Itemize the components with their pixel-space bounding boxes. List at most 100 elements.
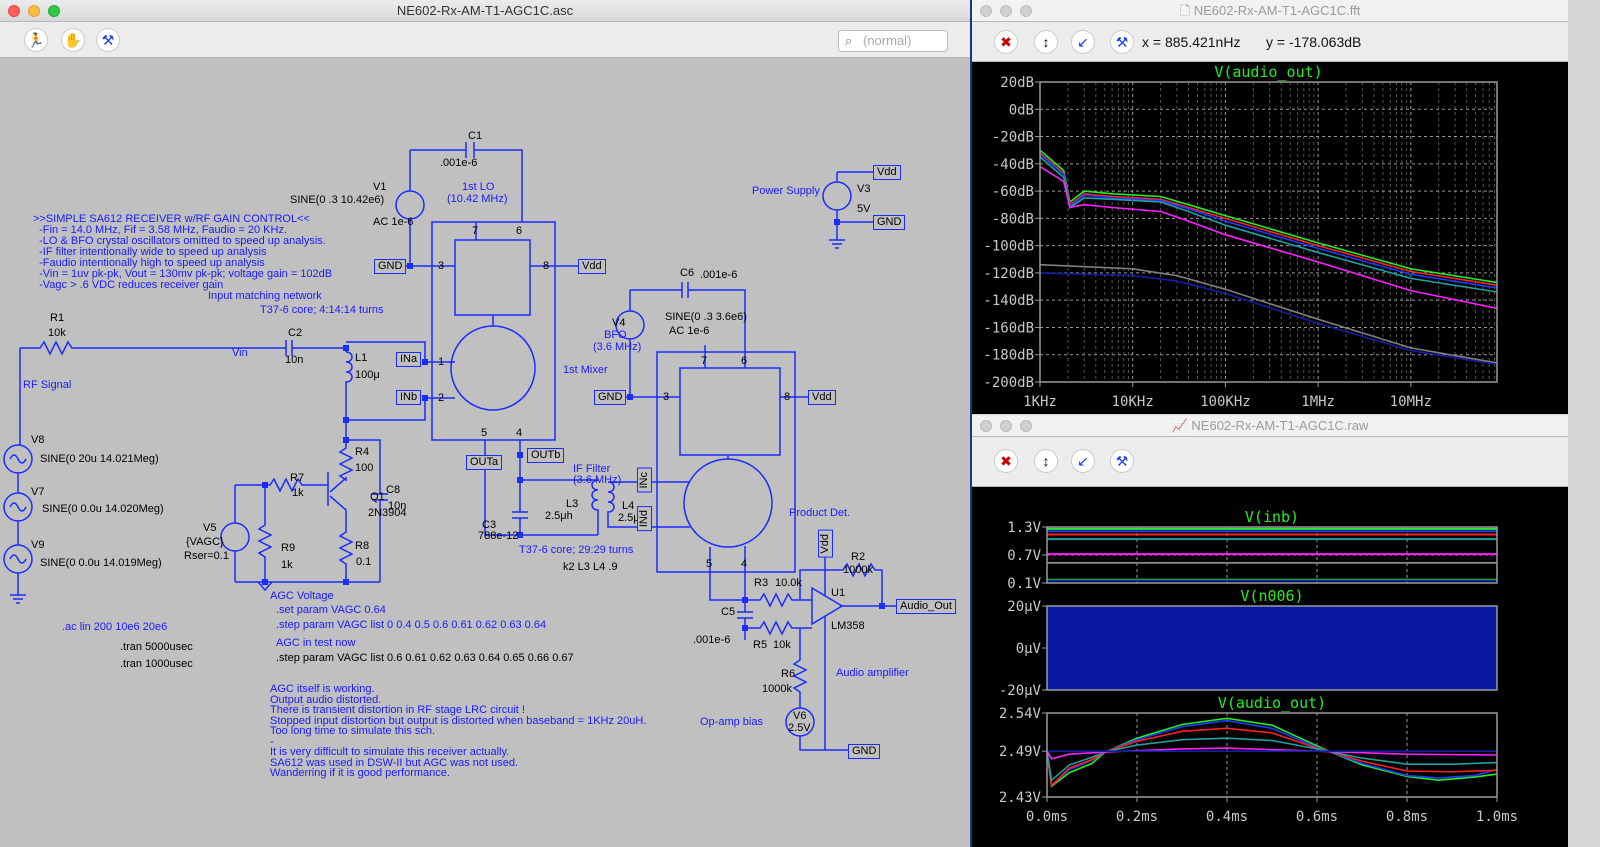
ac-directive: .ac lin 200 10e6 20e6 (62, 621, 168, 633)
trace-step6 (1039, 263, 1498, 364)
transient-plots[interactable]: V(inb) 1.3V 0.7V 0.1V V(n006) 20μV 0μV -20μV V(a… (975, 487, 1568, 847)
pin-label: 7 (701, 355, 708, 367)
opamp-bias-label: Op-amp bias (700, 716, 763, 728)
v6-label: V6 (793, 710, 807, 722)
pin-label: 5 (706, 558, 713, 570)
close-button[interactable] (980, 420, 992, 432)
tran-directive-2: .tran 1000usec (120, 658, 193, 670)
note-line: Too long time to simulate this sch. (270, 725, 436, 737)
l1-label: L1 (355, 352, 368, 364)
v4-ac: AC 1e-6 (669, 325, 710, 337)
core2-label: T37-6 core; 29:29 turns (519, 544, 634, 556)
plot-title: V(n006) (1240, 587, 1303, 605)
v1-label: V1 (373, 181, 387, 193)
note-line: It is very difficult to simulate this re… (270, 746, 510, 758)
v4-sine: SINE(0 .3 3.6e6) (665, 311, 747, 323)
y-tick-label: 0dB (1009, 102, 1034, 118)
pin-label: 1 (438, 356, 445, 368)
y-tick-label: -140dB (983, 293, 1034, 309)
zoom-button[interactable] (1020, 5, 1032, 17)
input-network-label: Input matching network (208, 290, 322, 302)
y-tick-label: -100dB (983, 239, 1034, 255)
gnd-tag: GND (374, 259, 407, 274)
autorange-icon[interactable]: ↕ (1034, 30, 1058, 54)
y-tick-label: -180dB (983, 348, 1034, 364)
close-button[interactable] (980, 5, 992, 17)
v8-value: SINE(0 20u 14.021Meg) (40, 453, 159, 465)
c6-value: .001e-6 (700, 269, 738, 281)
rf-signal-label: RF Signal (23, 379, 72, 391)
r5-value: 10k (773, 639, 791, 651)
r3-value: 10.0k (775, 577, 802, 589)
v1-source-symbol (395, 190, 425, 220)
l4-label: L4 (622, 500, 635, 512)
hammer-icon[interactable]: ⚒ (1110, 449, 1134, 473)
vdd-tag: Vdd (873, 165, 901, 180)
gnd-tag: GND (594, 390, 627, 405)
pin-label: 4 (516, 427, 523, 439)
c8-label: C8 (386, 484, 401, 496)
v7-label: V7 (31, 486, 45, 498)
lo-freq: (10.42 MHz) (447, 193, 508, 205)
minimize-button[interactable] (1000, 5, 1012, 17)
trace-area (1047, 606, 1497, 690)
zoom-back-icon[interactable]: ↙ (1071, 449, 1095, 473)
audio-out-tag: Audio_Out (896, 599, 956, 614)
cursor-y-readout: y = -178.063dB (1266, 34, 1362, 50)
u1-value: LM358 (831, 620, 865, 632)
c8-value: 10n (388, 500, 407, 512)
window-title: NE602-Rx-AM-T1-AGC1C.fft (1193, 3, 1361, 18)
pin-label: 3 (663, 391, 670, 403)
raw-toolbar: ✖ ↕ ↙ ⚒ (972, 437, 1568, 487)
trace-cyan (1046, 737, 1498, 782)
hammer-icon[interactable]: ⚒ (1110, 30, 1134, 54)
x-tick-label: 0.0ms (1026, 809, 1068, 825)
notes-comment: AGC itself is working. Output audio dist… (270, 684, 646, 779)
x-tick-label: 1.0ms (1476, 809, 1518, 825)
inc-tag: INc (637, 468, 652, 493)
l3-label: L3 (566, 498, 579, 510)
pin-label: 6 (741, 355, 748, 367)
v9-value: SINE(0 0.0u 14.019Meg) (40, 557, 162, 569)
x-tick-label: 0.8ms (1386, 809, 1428, 825)
x-tick-label: 1MHz (1301, 394, 1335, 410)
r7-value: 1k (292, 487, 304, 499)
r9-label: R9 (281, 542, 296, 554)
pin-label: 5 (481, 427, 488, 439)
zoom-button[interactable] (1020, 420, 1032, 432)
r1-value: 10k (48, 327, 66, 339)
waveform-icon: 📈 (1171, 418, 1192, 433)
v3-value: 5V (857, 203, 871, 215)
zoom-cancel-icon[interactable]: ✖ (994, 449, 1018, 473)
y-tick-label: -40dB (992, 157, 1034, 173)
pin-label: 8 (543, 260, 550, 272)
v1-ac: AC 1e-6 (373, 216, 414, 228)
x-tick-label: 0.4ms (1206, 809, 1248, 825)
minimize-button[interactable] (1000, 420, 1012, 432)
ind-tag: INd (637, 506, 652, 532)
trace-step2 (1039, 152, 1498, 286)
zoom-back-icon[interactable]: ↙ (1071, 30, 1095, 54)
y-tick-label: 0.7V (1007, 548, 1041, 564)
inb-tag: INb (396, 390, 422, 405)
trace-step1 (1039, 149, 1498, 284)
core1-label: T37-6 core; 4:14:14 turns (260, 304, 384, 316)
v5-value: {VAGC} (186, 536, 224, 548)
v3-label: V3 (857, 183, 871, 195)
x-tick-label: 10MHz (1390, 394, 1432, 410)
y-tick-label: 1.3V (1007, 520, 1041, 536)
c6-label: C6 (680, 267, 695, 279)
step-param-directive-1: .step param VAGC list 0 0.4 0.5 0.6 0.61… (276, 619, 547, 631)
y-tick-label: 20dB (1000, 75, 1034, 91)
r8-label: R8 (355, 540, 370, 552)
agc-test-label: AGC in test now (276, 637, 356, 649)
zoom-cancel-icon[interactable]: ✖ (994, 30, 1018, 54)
r9-value: 1k (281, 559, 293, 571)
vin-net-label: Vin (232, 347, 248, 359)
c2-label: C2 (288, 327, 303, 339)
fft-plot[interactable]: V(audio_out) 20dB 0dB -20dB -40dB -60dB -80dB -… (975, 62, 1568, 414)
y-tick-label: 0μV (1016, 641, 1042, 657)
mixer2-symbol (683, 458, 773, 548)
r4-value: 100 (355, 462, 374, 474)
autorange-icon[interactable]: ↕ (1034, 449, 1058, 473)
